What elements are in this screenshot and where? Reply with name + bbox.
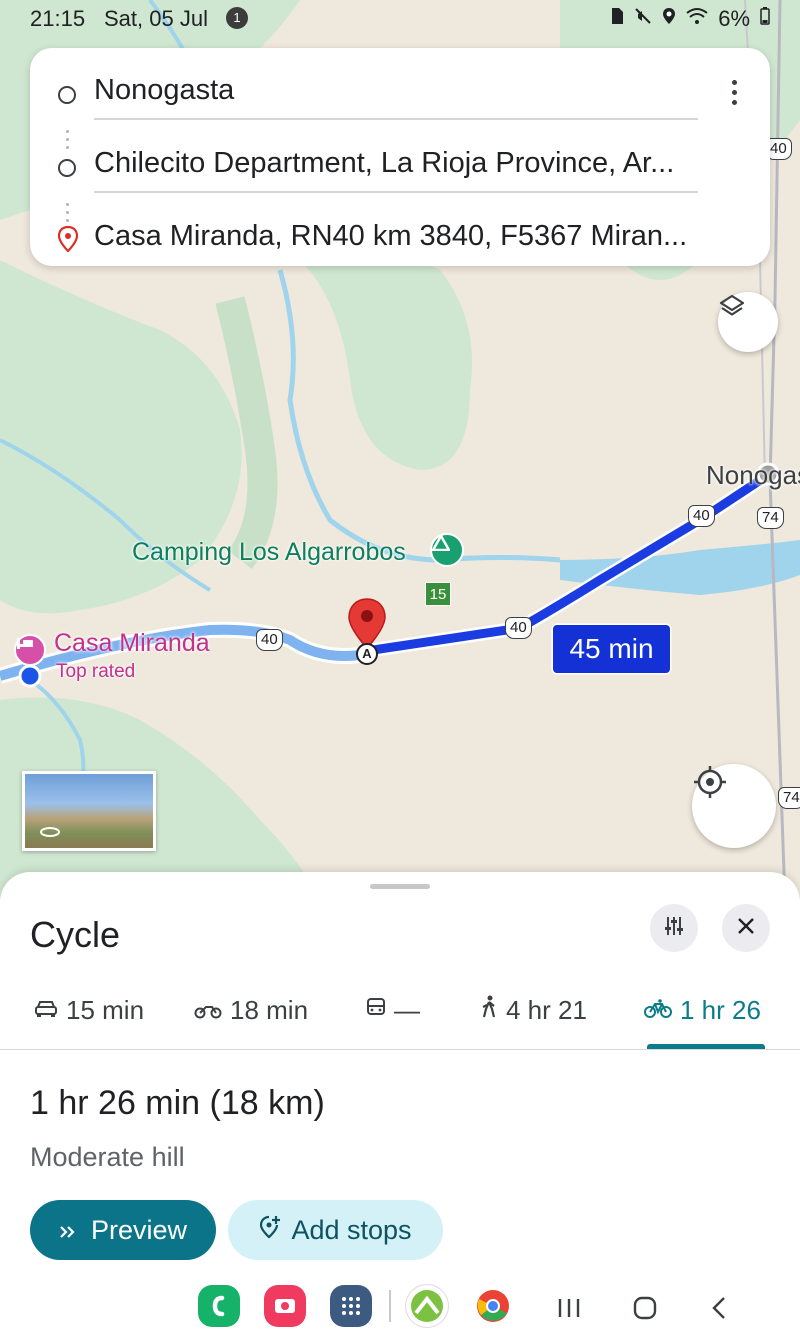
- battery-level: 6%: [718, 6, 750, 31]
- divider: [94, 191, 698, 193]
- tab-label: 15 min: [66, 994, 145, 1025]
- battery-icon: [760, 7, 770, 31]
- destination-row[interactable]: Casa Miranda, RN40 km 3840, F5367 Miran.…: [30, 204, 770, 264]
- my-location-button[interactable]: [692, 764, 776, 848]
- street-view-thumbnail[interactable]: [22, 771, 156, 851]
- tab-label: —: [394, 994, 420, 1025]
- navbar-divider: [389, 1290, 391, 1322]
- tab-cycling[interactable]: 1 hr 26: [644, 990, 761, 1030]
- tab-walking[interactable]: 4 hr 21: [480, 990, 587, 1030]
- origin-circle-icon: [58, 86, 76, 104]
- walking-icon: [480, 995, 498, 1026]
- more-options-button[interactable]: [722, 72, 746, 112]
- top-rated-tag: Top rated: [56, 661, 136, 682]
- directions-card: Nonogasta Chilecito Department, La Rioja…: [30, 48, 770, 266]
- preview-label: Preview: [90, 1214, 188, 1245]
- car-icon: [34, 995, 58, 1026]
- double-chevron-icon: [59, 1215, 77, 1246]
- map-place-camping[interactable]: Camping Los Algarrobos: [132, 538, 406, 567]
- sheet-title: Cycle: [30, 914, 121, 955]
- notification-count-badge: 1: [226, 7, 248, 29]
- tab-motorcycle[interactable]: 18 min: [194, 990, 308, 1030]
- system-navigation-bar: [0, 1276, 800, 1340]
- map-place-town[interactable]: Nonogasta: [706, 460, 800, 491]
- road-shield-74: 74: [778, 787, 800, 809]
- close-button[interactable]: [722, 904, 770, 952]
- wifi-icon: [686, 7, 708, 31]
- mute-icon: [634, 7, 652, 31]
- add-stops-button[interactable]: Add stops: [228, 1200, 443, 1260]
- road-shield-74: 74: [757, 507, 784, 529]
- preview-button[interactable]: Preview: [30, 1200, 216, 1260]
- divider: [94, 118, 698, 120]
- motorcycle-icon: [194, 995, 222, 1026]
- waypoint-field[interactable]: Chilecito Department, La Rioja Province,…: [94, 147, 704, 180]
- travel-mode-tabs: 15 min 18 min — 4 hr 21 1 hr 26: [0, 976, 800, 1050]
- bicycle-icon: [644, 995, 672, 1026]
- status-bar: 21:15 Sat, 05 Jul 1 6%: [0, 0, 800, 36]
- chrome-app-icon[interactable]: [472, 1285, 514, 1327]
- home-button[interactable]: [628, 1288, 662, 1328]
- sim-icon: [610, 7, 624, 31]
- tab-label: 1 hr 26: [680, 994, 761, 1025]
- close-icon: [737, 917, 755, 940]
- road-shield-40: 40: [688, 505, 715, 527]
- camping-icon[interactable]: [430, 533, 464, 567]
- tab-label: 18 min: [230, 994, 309, 1025]
- layers-button[interactable]: [718, 292, 778, 352]
- map-place-casa-miranda[interactable]: Casa Miranda: [54, 629, 210, 658]
- destination-field[interactable]: Casa Miranda, RN40 km 3840, F5367 Miran.…: [94, 220, 704, 253]
- status-time: 21:15: [30, 6, 86, 31]
- tune-icon: [663, 915, 685, 942]
- waypoint-circle-icon: [58, 159, 76, 177]
- add-stops-label: Add stops: [291, 1214, 412, 1245]
- terrain-note: Moderate hill: [30, 1142, 185, 1172]
- route-options-button[interactable]: [650, 904, 698, 952]
- tab-driving[interactable]: 15 min: [34, 990, 144, 1030]
- location-icon: [662, 7, 676, 31]
- route-bottom-sheet: Cycle 15 min 18 min — 4 hr 21 1 hr 26 1 …: [0, 872, 800, 1340]
- lodging-icon[interactable]: [14, 634, 46, 666]
- origin-row[interactable]: Nonogasta: [30, 58, 770, 120]
- destination-pin-icon: [57, 225, 79, 253]
- transit-icon: [366, 995, 386, 1026]
- tab-transit[interactable]: —: [366, 990, 420, 1030]
- status-date: Sat, 05 Jul: [104, 6, 208, 31]
- route-duration-tag[interactable]: 45 min: [553, 625, 670, 673]
- road-shield-40: 40: [505, 617, 532, 639]
- screen-recorder-app-icon[interactable]: [264, 1285, 306, 1327]
- add-location-icon: [259, 1215, 281, 1246]
- tab-label: 4 hr 21: [506, 994, 587, 1025]
- back-button[interactable]: [704, 1288, 734, 1328]
- status-icons: 6%: [610, 6, 770, 32]
- start-marker: A: [356, 643, 378, 665]
- waypoint-row[interactable]: Chilecito Department, La Rioja Province,…: [30, 131, 770, 193]
- maps-app-icon[interactable]: [406, 1285, 448, 1327]
- recent-apps-button[interactable]: [552, 1288, 586, 1328]
- origin-field[interactable]: Nonogasta: [94, 74, 704, 107]
- route-summary: 1 hr 26 min (18 km): [30, 1084, 325, 1122]
- drag-handle[interactable]: [370, 884, 430, 889]
- phone-app-icon[interactable]: [198, 1285, 240, 1327]
- road-shield-40: 40: [256, 629, 283, 651]
- app-drawer-icon[interactable]: [330, 1285, 372, 1327]
- active-tab-indicator: [647, 1044, 765, 1049]
- road-shield-15: 15: [425, 582, 451, 606]
